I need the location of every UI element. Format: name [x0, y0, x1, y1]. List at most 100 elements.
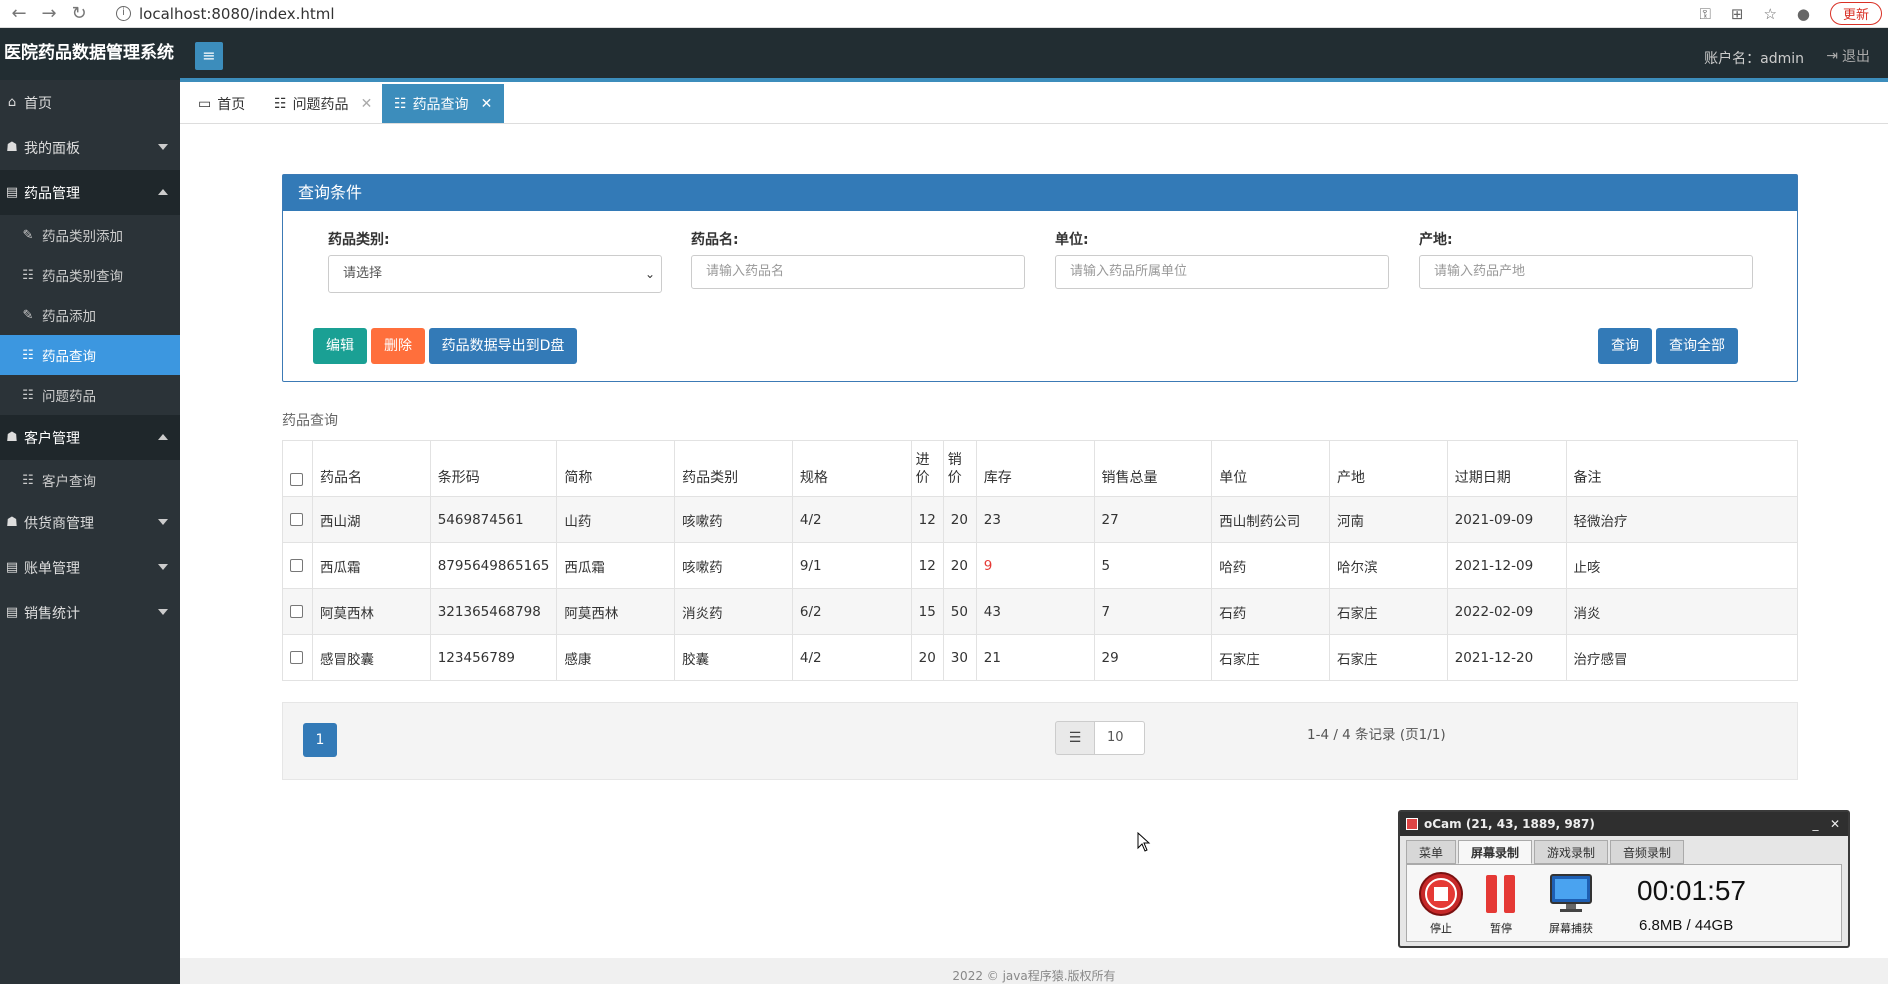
- list-icon: ☷: [22, 267, 34, 283]
- menu-toggle-button[interactable]: ≡: [195, 42, 223, 70]
- column-header[interactable]: 简称: [556, 440, 676, 497]
- table-cell: 12: [910, 496, 944, 543]
- ocam-stop-label: 停止: [1430, 922, 1452, 935]
- close-icon[interactable]: ✕: [481, 96, 493, 112]
- browser-toolbar: ← → ↻ i localhost:8080/index.html ⚿ ⊞ ☆ …: [0, 0, 1888, 28]
- table-row[interactable]: 阿莫西林 321365468798 阿莫西林 消炎药 6/2 15 50 43 …: [282, 588, 1799, 635]
- footer: 2022 © java程序猿.版权所有: [180, 958, 1888, 984]
- row-checkbox[interactable]: [290, 605, 303, 618]
- ocam-capture-button[interactable]: 屏幕捕获: [1541, 871, 1601, 936]
- address-bar[interactable]: i localhost:8080/index.html: [116, 5, 335, 23]
- table-cell: 消炎药: [674, 588, 793, 635]
- table-cell: 河南: [1328, 496, 1448, 543]
- table-cell: 感冒胶囊: [311, 634, 431, 681]
- ocam-pause-button[interactable]: 暂停: [1471, 871, 1531, 936]
- info-icon[interactable]: i: [116, 6, 131, 21]
- tab-drug-query[interactable]: ☷ 药品查询 ✕: [382, 84, 505, 123]
- forward-icon[interactable]: →: [38, 3, 60, 24]
- column-header[interactable]: 备注: [1565, 440, 1799, 497]
- origin-label: 产地:: [1419, 232, 1453, 248]
- drug-name-input[interactable]: 请输入药品名: [691, 255, 1025, 289]
- update-button[interactable]: 更新: [1829, 2, 1882, 25]
- column-header[interactable]: 库存: [975, 440, 1095, 497]
- ocam-tab-screen-record[interactable]: 屏幕录制: [1458, 840, 1533, 864]
- document-icon: ▤: [5, 560, 19, 575]
- row-checkbox[interactable]: [290, 559, 303, 572]
- key-icon[interactable]: ⚿: [1699, 5, 1710, 23]
- sidebar-item-problem-drugs[interactable]: ☷ 问题药品: [0, 375, 180, 415]
- table-cell: 23: [975, 496, 1095, 543]
- table-row[interactable]: 西山湖 5469874561 山药 咳嗽药 4/2 12 20 23 27 西山…: [282, 496, 1799, 543]
- delete-button[interactable]: 删除: [371, 328, 425, 364]
- export-button[interactable]: 药品数据导出到D盘: [429, 328, 577, 364]
- table-cell: 2022-02-09: [1446, 588, 1567, 635]
- sidebar-item-label: 药品类别添加: [42, 229, 123, 245]
- page-button-current[interactable]: 1: [303, 723, 337, 757]
- minimize-icon[interactable]: _: [1812, 817, 1818, 831]
- table-row[interactable]: 感冒胶囊 123456789 感康 胶囊 4/2 20 30 21 29 石家庄…: [282, 634, 1799, 681]
- origin-input[interactable]: 请输入药品产地: [1419, 255, 1753, 289]
- tab-home[interactable]: ▭ 首页: [186, 84, 257, 123]
- document-icon: ▤: [5, 605, 19, 620]
- list-icon[interactable]: ☰: [1055, 721, 1095, 755]
- column-header[interactable]: 销价: [942, 440, 977, 497]
- select-all-checkbox[interactable]: [290, 472, 303, 486]
- unit-input[interactable]: 请输入药品所属单位: [1055, 255, 1389, 289]
- table-cell: 阿莫西林: [556, 588, 676, 635]
- sidebar-item-drug-category-query[interactable]: ☷ 药品类别查询: [0, 255, 180, 295]
- column-header[interactable]: 药品名: [311, 440, 431, 497]
- drug-name-label: 药品名:: [691, 232, 739, 248]
- search-button[interactable]: 查询: [1598, 328, 1652, 364]
- column-header[interactable]: 单位: [1211, 440, 1330, 497]
- row-checkbox[interactable]: [290, 513, 303, 526]
- sidebar-item-drug-management[interactable]: ▤ 药品管理: [0, 170, 180, 215]
- mouse-cursor-icon: [1137, 832, 1151, 852]
- search-all-button[interactable]: 查询全部: [1656, 328, 1738, 364]
- column-header[interactable]: 产地: [1328, 440, 1448, 497]
- ocam-tab-menu[interactable]: 菜单: [1406, 840, 1457, 864]
- column-header[interactable]: 规格: [791, 440, 912, 497]
- column-header[interactable]: 销售总量: [1093, 440, 1213, 497]
- table-cell: 5469874561: [429, 496, 558, 543]
- sidebar-item-home[interactable]: ⌂ 首页: [0, 80, 180, 125]
- sidebar-item-drug-add[interactable]: ✎ 药品添加: [0, 295, 180, 335]
- page-size-input[interactable]: 10: [1095, 721, 1145, 755]
- sidebar-item-customer-query[interactable]: ☷ 客户查询: [0, 460, 180, 500]
- row-checkbox[interactable]: [290, 651, 303, 664]
- query-panel: 查询条件 药品类别: 请选择 ⌄ 药品名: 请输入药品名 单位: 请输入药品所属…: [282, 174, 1798, 382]
- sidebar-item-bill-management[interactable]: ▤ 账单管理: [0, 545, 180, 590]
- sidebar-item-sales-statistics[interactable]: ▤ 销售统计: [0, 590, 180, 635]
- translate-icon[interactable]: ⊞: [1731, 5, 1744, 23]
- profile-icon[interactable]: ●: [1797, 5, 1810, 23]
- column-header[interactable]: 条形码: [429, 440, 558, 497]
- sidebar-item-customer-management[interactable]: ☗ 客户管理: [0, 415, 180, 460]
- star-icon[interactable]: ☆: [1763, 5, 1776, 23]
- ocam-titlebar[interactable]: oCam (21, 43, 1889, 987) _ ✕: [1400, 812, 1848, 836]
- sidebar-item-my-panel[interactable]: ☗ 我的面板: [0, 125, 180, 170]
- tab-problem-drugs[interactable]: ☷ 问题药品 ✕: [262, 84, 384, 123]
- category-select[interactable]: 请选择 ⌄: [328, 255, 662, 293]
- sidebar-item-supplier-management[interactable]: ☗ 供货商管理: [0, 500, 180, 545]
- table-cell: 2021-09-09: [1446, 496, 1567, 543]
- column-header[interactable]: 进价: [910, 440, 944, 497]
- table-row[interactable]: 西瓜霜 8795649865165 西瓜霜 咳嗽药 9/1 12 20 9 5 …: [282, 542, 1799, 589]
- ocam-tab-audio-record[interactable]: 音频录制: [1610, 840, 1685, 864]
- logout-link[interactable]: ⇥ 退出: [1826, 46, 1870, 66]
- sidebar-item-label: 我的面板: [24, 140, 80, 157]
- edit-button[interactable]: 编辑: [313, 328, 367, 364]
- column-header[interactable]: 药品类别: [674, 440, 793, 497]
- table-cell: 2021-12-20: [1446, 634, 1567, 681]
- sidebar-item-label: 药品类别查询: [42, 269, 123, 285]
- reload-icon[interactable]: ↻: [68, 3, 90, 24]
- ocam-stop-button[interactable]: 停止: [1411, 871, 1471, 936]
- table-cell: 感康: [556, 634, 676, 681]
- sidebar-item-drug-category-add[interactable]: ✎ 药品类别添加: [0, 215, 180, 255]
- close-icon[interactable]: ✕: [361, 96, 373, 112]
- column-header[interactable]: 过期日期: [1446, 440, 1567, 497]
- ocam-tab-game-record[interactable]: 游戏录制: [1534, 840, 1609, 864]
- sidebar-item-drug-query[interactable]: ☷ 药品查询: [0, 335, 180, 375]
- table-cell: 20: [942, 542, 977, 589]
- close-icon[interactable]: ✕: [1830, 817, 1840, 831]
- unit-field: 单位: 请输入药品所属单位: [1055, 229, 1389, 289]
- back-icon[interactable]: ←: [8, 3, 30, 24]
